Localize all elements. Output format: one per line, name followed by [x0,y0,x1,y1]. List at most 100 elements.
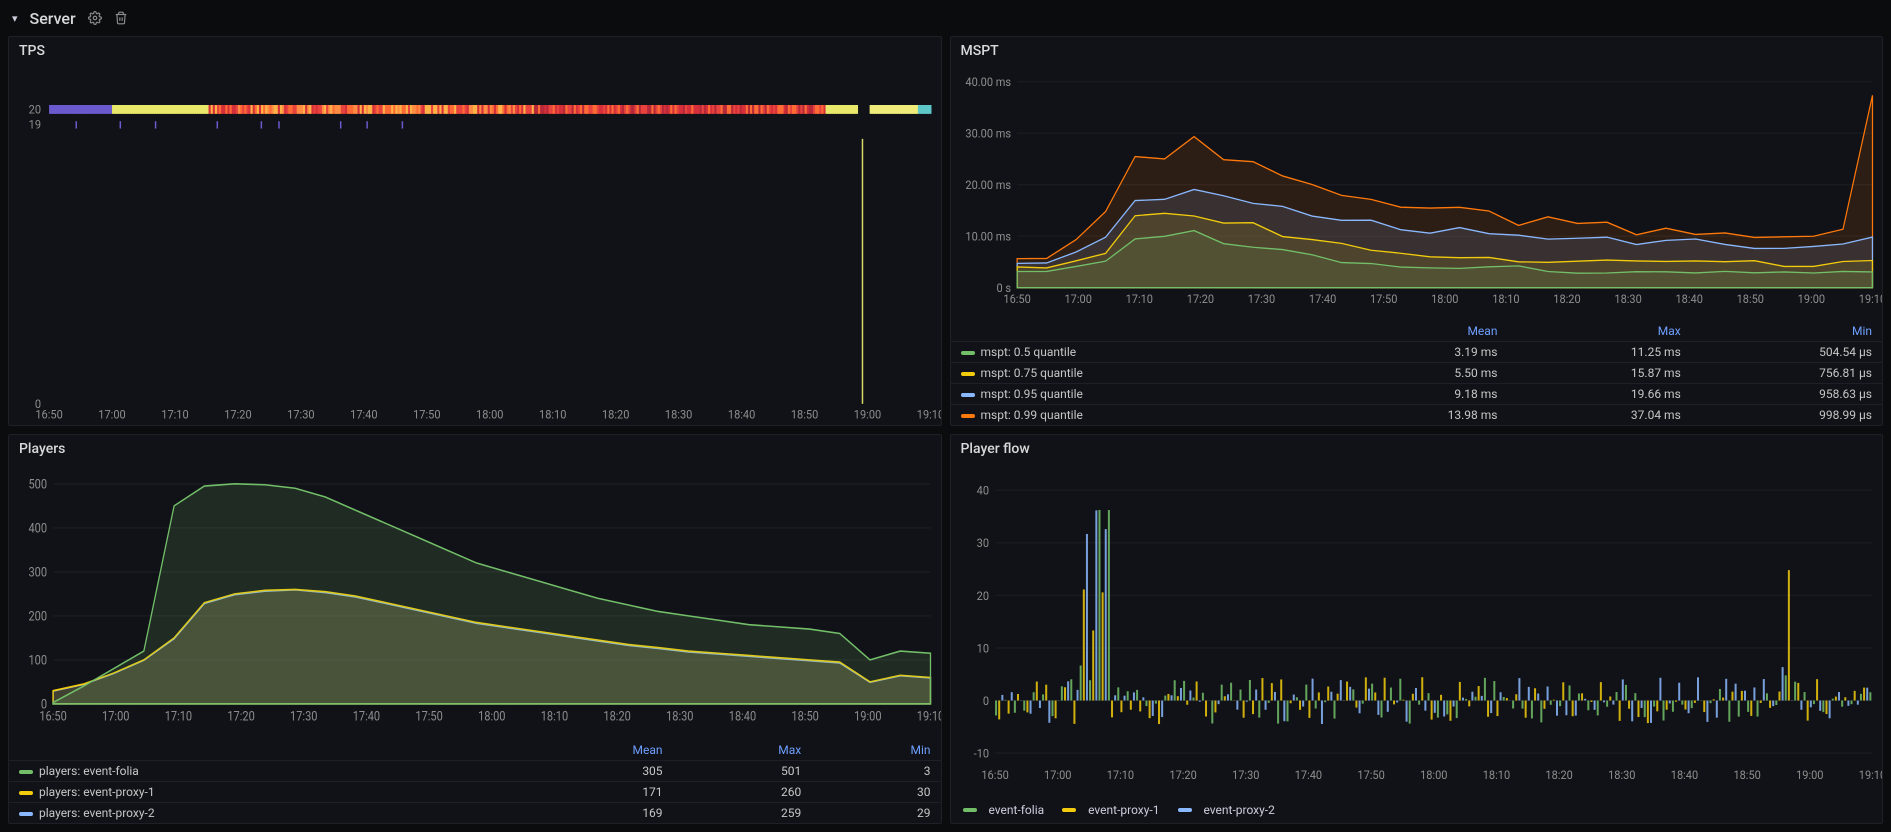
legend-item[interactable]: event-proxy-1 [1062,803,1159,817]
panel-tps[interactable]: TPS 0192016:5017:0017:1017:2017:3017:401… [8,36,942,426]
svg-text:18:00: 18:00 [1431,292,1458,307]
panel-title: Players [9,435,941,463]
svg-text:40: 40 [976,483,988,498]
svg-text:19:00: 19:00 [854,407,881,421]
svg-text:17:30: 17:30 [287,407,314,421]
svg-text:0: 0 [982,693,988,708]
svg-text:18:00: 18:00 [478,709,506,724]
svg-text:18:30: 18:30 [666,709,694,724]
svg-text:18:00: 18:00 [476,407,503,421]
svg-text:17:00: 17:00 [1044,768,1071,783]
svg-text:18:40: 18:40 [1675,292,1702,307]
legend-row[interactable]: mspt: 0.75 quantile5.50 ms15.87 ms756.81… [951,363,1883,384]
svg-text:17:50: 17:50 [415,709,443,724]
svg-text:19:10: 19:10 [917,407,941,421]
mspt-legend-table: MeanMaxMin mspt: 0.5 quantile3.19 ms11.2… [951,321,1883,425]
legend-row[interactable]: players: event-folia3055013 [9,761,941,782]
svg-text:17:20: 17:20 [224,407,251,421]
svg-text:18:10: 18:10 [1482,768,1509,783]
legend-row[interactable]: players: event-proxy-117126030 [9,782,941,803]
svg-text:19:00: 19:00 [1796,768,1823,783]
svg-text:400: 400 [28,521,47,536]
svg-text:30.00 ms: 30.00 ms [965,126,1011,141]
svg-text:20.00 ms: 20.00 ms [965,178,1011,193]
legend-item[interactable]: event-proxy-2 [1178,803,1275,817]
panel-title: MSPT [951,37,1883,65]
svg-text:18:50: 18:50 [1736,292,1763,307]
panel-title: Player flow [951,435,1883,463]
svg-text:18:30: 18:30 [1614,292,1641,307]
svg-text:17:50: 17:50 [413,407,440,421]
svg-text:18:40: 18:40 [1670,768,1697,783]
svg-text:17:00: 17:00 [1064,292,1091,307]
legend-row[interactable]: mspt: 0.5 quantile3.19 ms11.25 ms504.54 … [951,342,1883,363]
svg-text:18:10: 18:10 [541,709,569,724]
panel-playerflow[interactable]: Player flow -10 0 10 20 30 40 16:50 17:00 17:10 1… [950,434,1884,824]
svg-text:19: 19 [29,117,41,131]
svg-text:17:40: 17:40 [350,407,377,421]
svg-text:17:30: 17:30 [1232,768,1259,783]
panel-players[interactable]: Players 010020030040050016:5017:0017:101… [8,434,942,824]
legend-item[interactable]: event-folia [963,803,1045,817]
playerflow-legend: event-folia event-proxy-1 event-proxy-2 [951,797,1883,823]
svg-text:19:10: 19:10 [917,709,941,724]
svg-text:17:10: 17:10 [161,407,188,421]
svg-text:18:20: 18:20 [602,407,629,421]
svg-text:18:20: 18:20 [603,709,631,724]
svg-text:16:50: 16:50 [1003,292,1030,307]
svg-text:17:10: 17:10 [165,709,193,724]
svg-text:18:50: 18:50 [791,709,819,724]
svg-text:18:40: 18:40 [728,407,755,421]
svg-text:-10: -10 [973,746,988,761]
trash-icon[interactable] [114,11,128,25]
svg-text:19:10: 19:10 [1858,292,1882,307]
chevron-down-icon: ▾ [12,12,18,25]
svg-text:19:00: 19:00 [854,709,882,724]
svg-text:200: 200 [28,609,47,624]
legend-row[interactable]: players: event-proxy-216925929 [9,803,941,824]
panel-mspt[interactable]: MSPT 0 s10.00 ms20.00 ms30.00 ms40.00 ms… [950,36,1884,426]
legend-row[interactable]: mspt: 0.99 quantile13.98 ms37.04 ms998.9… [951,405,1883,426]
svg-text:17:20: 17:20 [227,709,255,724]
svg-text:17:20: 17:20 [1186,292,1213,307]
svg-text:18:40: 18:40 [729,709,757,724]
svg-text:17:40: 17:40 [1294,768,1321,783]
svg-text:18:00: 18:00 [1420,768,1447,783]
svg-text:16:50: 16:50 [981,768,1008,783]
svg-text:17:20: 17:20 [1169,768,1196,783]
row-title: Server [30,9,76,28]
svg-text:18:10: 18:10 [539,407,566,421]
svg-text:17:00: 17:00 [98,407,125,421]
svg-text:17:30: 17:30 [1247,292,1274,307]
row-header[interactable]: ▾ Server [0,0,1891,36]
svg-text:40.00 ms: 40.00 ms [965,75,1011,90]
svg-text:17:10: 17:10 [1125,292,1152,307]
svg-text:17:50: 17:50 [1357,768,1384,783]
svg-text:19:10: 19:10 [1858,768,1882,783]
svg-text:18:30: 18:30 [1608,768,1635,783]
svg-text:18:50: 18:50 [1733,768,1760,783]
svg-text:30: 30 [976,536,988,551]
players-legend-table: MeanMaxMin players: event-folia3055013pl… [9,740,941,823]
gear-icon[interactable] [88,11,102,25]
svg-text:17:40: 17:40 [1308,292,1335,307]
svg-text:500: 500 [28,477,47,492]
svg-text:17:30: 17:30 [290,709,318,724]
svg-text:18:20: 18:20 [1553,292,1580,307]
svg-text:20: 20 [976,588,988,603]
svg-text:16:50: 16:50 [39,709,67,724]
svg-text:18:50: 18:50 [791,407,818,421]
svg-text:10: 10 [976,641,988,656]
svg-text:18:20: 18:20 [1545,768,1572,783]
legend-row[interactable]: mspt: 0.95 quantile9.18 ms19.66 ms958.63… [951,384,1883,405]
svg-text:17:50: 17:50 [1370,292,1397,307]
svg-text:17:10: 17:10 [1106,768,1133,783]
panel-title: TPS [9,37,941,65]
svg-text:18:10: 18:10 [1492,292,1519,307]
svg-text:10.00 ms: 10.00 ms [965,229,1011,244]
svg-text:18:30: 18:30 [665,407,692,421]
svg-text:100: 100 [28,653,47,668]
svg-text:16:50: 16:50 [35,407,62,421]
svg-text:19:00: 19:00 [1797,292,1824,307]
svg-text:300: 300 [28,565,47,580]
